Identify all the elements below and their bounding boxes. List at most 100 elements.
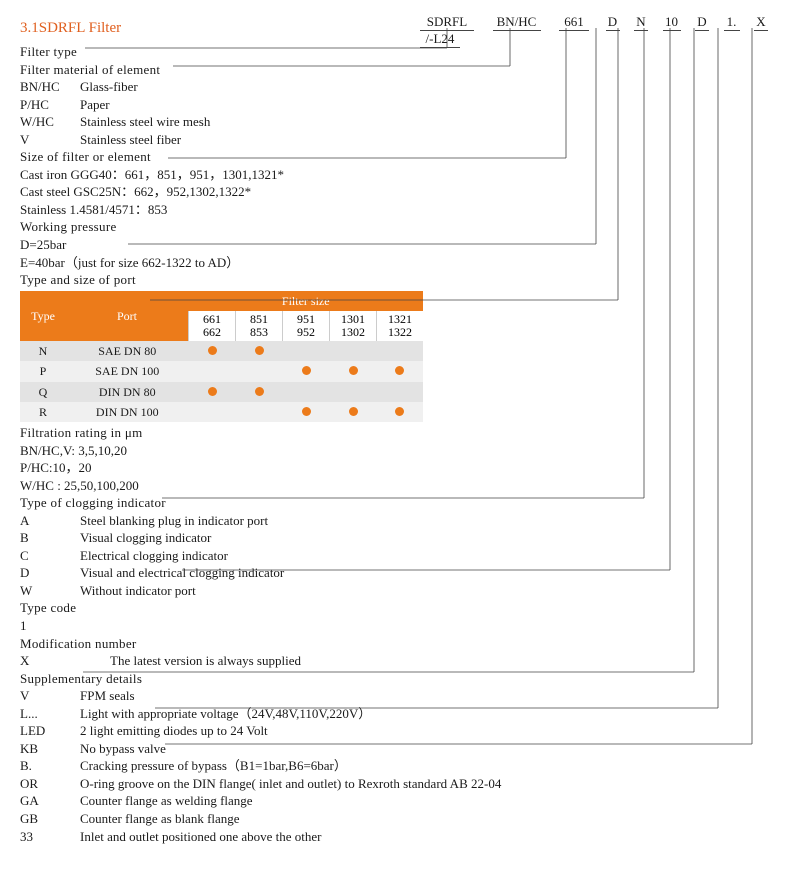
clogging-row: ASteel blanking plug in indicator port [20,512,776,530]
row-type: R [20,402,66,422]
clogging-row: CElectrical clogging indicator [20,547,776,565]
clogging-desc: Visual clogging indicator [80,529,776,547]
port-cell [189,382,236,402]
modification-row: X The latest version is always supplied [20,652,776,670]
port-cell [377,341,424,361]
material-row: BN/HCGlass-fiber [20,78,776,96]
part-seg-6: 10 [663,14,681,31]
row-port: DIN DN 100 [66,402,189,422]
supp-code: L... [20,705,80,723]
material-row: W/HCStainless steel wire mesh [20,113,776,131]
supp-code: OR [20,775,80,793]
wp-line: E=40bar（just for size 662-1322 to AD） [20,254,776,272]
supp-desc: Counter flange as blank flange [80,810,776,828]
part-seg-1: SDRFL [420,14,474,31]
part-seg-5: N [634,14,648,31]
dot-icon [302,366,311,375]
supp-row: B.Cracking pressure of bypass（B1=1bar,B6… [20,757,776,775]
part-seg-8: 1. [724,14,740,31]
dot-icon [395,366,404,375]
supp-code: V [20,687,80,705]
port-cell [236,402,283,422]
material-desc: Stainless steel wire mesh [80,113,776,131]
port-table-port-head: Port [66,291,189,342]
part-seg-4: D [606,14,620,31]
port-cell [236,341,283,361]
clogging-desc: Visual and electrical clogging indicator [80,564,776,582]
supp-desc: 2 light emitting diodes up to 24 Volt [80,722,776,740]
table-row: PSAE DN 100 [20,361,423,381]
supp-desc: No bypass valve [80,740,776,758]
supp-row: GBCounter flange as blank flange [20,810,776,828]
port-cell [189,361,236,381]
table-row: RDIN DN 100 [20,402,423,422]
part-seg-3: 661 [559,14,589,31]
material-code: BN/HC [20,78,80,96]
material-row: VStainless steel fiber [20,131,776,149]
wp-line: D=25bar [20,236,776,254]
size-col-head: 951952 [283,311,330,341]
supp-row: GACounter flange as welding flange [20,792,776,810]
port-cell [283,382,330,402]
part-seg-7: D [695,14,709,31]
port-cell [236,382,283,402]
filtration-line: P/HC:10，20 [20,459,776,477]
port-table: Type Port Filter size 661662851853951952… [20,291,423,422]
port-cell [330,402,377,422]
port-cell [236,361,283,381]
supp-desc: Light with appropriate voltage（24V,48V,1… [80,705,776,723]
supp-code: LED [20,722,80,740]
part-seg-2: BN/HC [493,14,541,31]
supp-desc: Cracking pressure of bypass（B1=1bar,B6=6… [80,757,776,775]
clogging-row: WWithout indicator port [20,582,776,600]
dot-icon [208,346,217,355]
material-code: P/HC [20,96,80,114]
clogging-code: B [20,529,80,547]
port-cell [377,361,424,381]
dot-icon [395,407,404,416]
dot-icon [255,346,264,355]
port-cell [377,382,424,402]
head-typecode: Type code [20,599,776,617]
material-code: V [20,131,80,149]
size-line: Cast steel GSC25N：662，952,1302,1322* [20,183,776,201]
size-col-head: 851853 [236,311,283,341]
dot-icon [349,366,358,375]
content: Filter type Filter material of element B… [20,43,776,845]
material-desc: Stainless steel fiber [80,131,776,149]
filtration-line: W/HC : 25,50,100,200 [20,477,776,495]
clogging-desc: Electrical clogging indicator [80,547,776,565]
row-port: SAE DN 80 [66,341,189,361]
row-type: Q [20,382,66,402]
supp-desc: FPM seals [80,687,776,705]
head-clogging: Type of clogging indicator [20,494,776,512]
supp-row: 33Inlet and outlet positioned one above … [20,828,776,846]
size-col-head: 13211322 [377,311,424,341]
dot-icon [302,407,311,416]
port-table-filter-size-head: Filter size [189,291,424,311]
head-supplementary: Supplementary details [20,670,776,688]
port-cell [330,382,377,402]
head-working-pressure: Working pressure [20,218,776,236]
supp-desc: O-ring groove on the DIN flange( inlet a… [80,775,776,793]
filtration-line: BN/HC,V: 3,5,10,20 [20,442,776,460]
size-line: Cast iron GGG40：661，851，951，1301,1321* [20,166,776,184]
part-number-row: SDRFL BN/HC 661 D N 10 D 1. X /-L24 [420,14,796,48]
mod-desc: The latest version is always supplied [110,652,776,670]
size-col-head: 13011302 [330,311,377,341]
head-port: Type and size of port [20,271,776,289]
port-cell [330,361,377,381]
material-code: W/HC [20,113,80,131]
clogging-desc: Without indicator port [80,582,776,600]
dot-icon [349,407,358,416]
port-cell [377,402,424,422]
size-col-head: 661662 [189,311,236,341]
supp-row: LED2 light emitting diodes up to 24 Volt [20,722,776,740]
head-size: Size of filter or element [20,148,776,166]
row-type: N [20,341,66,361]
supp-desc: Inlet and outlet positioned one above th… [80,828,776,846]
port-cell [283,341,330,361]
table-row: NSAE DN 80 [20,341,423,361]
supp-desc: Counter flange as welding flange [80,792,776,810]
clogging-code: C [20,547,80,565]
